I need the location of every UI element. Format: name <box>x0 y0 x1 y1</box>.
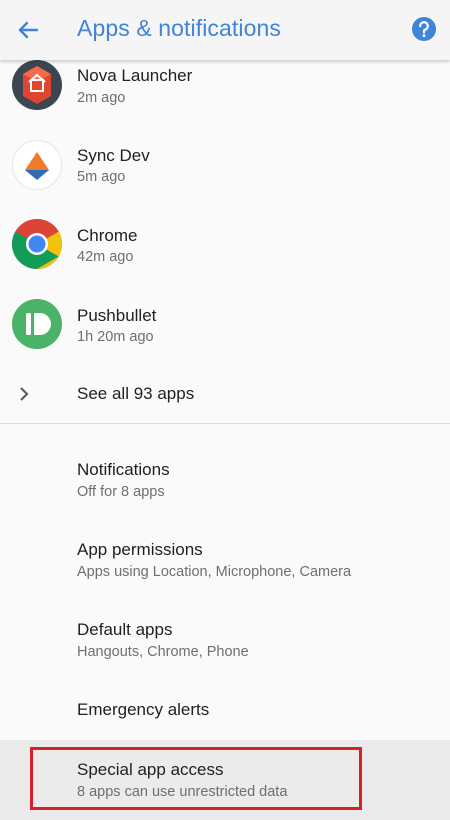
setting-app-permissions[interactable]: App permissions Apps using Location, Mic… <box>0 520 450 598</box>
setting-title: Notifications <box>77 460 170 479</box>
setting-emergency-alerts[interactable]: Emergency alerts <box>0 680 450 738</box>
app-item-pushbullet[interactable]: Pushbullet 1h 20m ago <box>0 284 450 364</box>
app-name: Nova Launcher <box>77 66 193 85</box>
setting-special-app-access[interactable]: Special app access 8 apps can use unrest… <box>0 740 450 820</box>
app-last-used: 2m ago <box>77 90 126 106</box>
app-last-used: 5m ago <box>77 169 126 185</box>
app-settings-list: Nova Launcher 2m ago Sync Dev 5m ago Chr… <box>0 0 450 820</box>
app-item-nova-launcher[interactable]: Nova Launcher 2m ago <box>0 52 450 132</box>
app-last-used: 42m ago <box>77 249 134 265</box>
setting-notifications[interactable]: Notifications Off for 8 apps <box>0 440 450 518</box>
setting-subtitle: Off for 8 apps <box>77 484 165 500</box>
page-title: Apps & notifications <box>77 15 282 41</box>
setting-subtitle: 8 apps can use unrestricted data <box>77 784 288 800</box>
see-all-apps-button[interactable]: See all 93 apps <box>0 374 450 416</box>
arrow-back-icon <box>18 21 39 39</box>
setting-subtitle: Apps using Location, Microphone, Camera <box>77 564 352 580</box>
help-button[interactable] <box>410 15 438 43</box>
app-bar: Apps & notifications <box>0 0 450 60</box>
setting-title: Special app access <box>77 760 224 779</box>
chrome-icon <box>12 219 62 269</box>
app-name: Pushbullet <box>77 306 157 325</box>
setting-title: Default apps <box>77 620 173 639</box>
chevron-right-icon <box>20 387 29 401</box>
setting-subtitle: Hangouts, Chrome, Phone <box>77 644 249 660</box>
setting-title: App permissions <box>77 540 203 559</box>
app-item-chrome[interactable]: Chrome 42m ago <box>0 204 450 284</box>
see-all-label: See all 93 apps <box>77 384 195 403</box>
section-divider <box>0 423 450 424</box>
sync-dev-icon <box>12 140 62 190</box>
app-last-used: 1h 20m ago <box>77 329 154 345</box>
back-button[interactable] <box>10 12 46 48</box>
setting-title: Emergency alerts <box>77 700 210 719</box>
app-name: Sync Dev <box>77 146 150 165</box>
nova-launcher-icon <box>12 60 62 110</box>
setting-default-apps[interactable]: Default apps Hangouts, Chrome, Phone <box>0 600 450 678</box>
pushbullet-icon <box>12 299 62 349</box>
app-name: Chrome <box>77 226 138 245</box>
help-icon <box>412 17 436 41</box>
app-item-sync-dev[interactable]: Sync Dev 5m ago <box>0 124 450 204</box>
